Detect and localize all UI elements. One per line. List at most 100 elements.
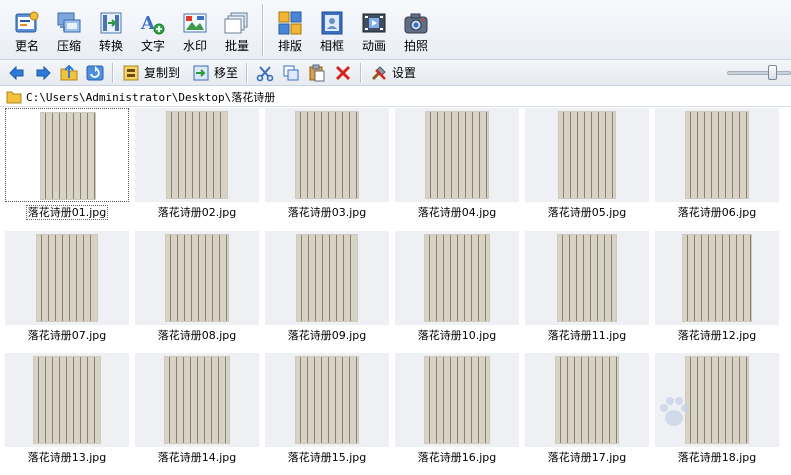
calligraphy-page-image [424, 356, 490, 444]
file-name-label: 落花诗册06.jpg [677, 206, 757, 219]
file-thumbnail[interactable]: 落花诗册16.jpg [395, 353, 525, 471]
watermark-label: 水印 [182, 39, 207, 53]
file-thumbnail[interactable]: 落花诗册08.jpg [135, 231, 265, 349]
copy-to-button[interactable]: 复制到 [122, 62, 180, 84]
current-path[interactable]: C:\Users\Administrator\Desktop\落花诗册 [26, 89, 275, 105]
toolbar-separator [112, 62, 114, 83]
photo-frame-label: 相框 [319, 39, 344, 53]
file-name-label: 落花诗册11.jpg [547, 329, 627, 342]
paste-button[interactable] [308, 62, 326, 84]
layout-button[interactable]: 排版 [274, 0, 306, 58]
settings-button[interactable]: 设置 [370, 62, 416, 84]
convert-button[interactable]: 转换 [95, 0, 127, 58]
thumbnail-frame [395, 231, 519, 325]
compress-button[interactable]: 压缩 [53, 0, 85, 58]
toolbar-separator [262, 4, 264, 56]
thumbnail-frame [135, 231, 259, 325]
main-toolbar: 更名 压缩 转换 A 文字 水印 批量 排版 相框 动画 拍照 [0, 0, 791, 60]
thumbnail-frame [525, 231, 649, 325]
file-name-label: 落花诗册15.jpg [287, 451, 367, 464]
calligraphy-page-image [166, 111, 228, 199]
file-name-label: 落花诗册13.jpg [27, 451, 107, 464]
camera-button[interactable]: 拍照 [400, 0, 432, 58]
text-label: 文字 [140, 39, 165, 53]
paste-icon [309, 64, 325, 81]
path-bar: C:\Users\Administrator\Desktop\落花诗册 [0, 87, 791, 107]
calligraphy-page-image [165, 234, 229, 322]
cut-button[interactable] [256, 62, 274, 84]
file-thumbnail[interactable]: 落花诗册03.jpg [265, 108, 395, 226]
thumbnail-frame [135, 108, 259, 202]
forward-button[interactable] [34, 62, 52, 84]
file-thumbnail[interactable]: 落花诗册05.jpg [525, 108, 655, 226]
file-name-label: 落花诗册01.jpg [25, 205, 109, 220]
thumbnail-frame [5, 231, 129, 325]
copy-icon [283, 65, 299, 80]
file-name-label: 落花诗册04.jpg [417, 206, 497, 219]
calligraphy-page-image [164, 356, 230, 444]
delete-button[interactable] [334, 62, 352, 84]
animation-button[interactable]: 动画 [358, 0, 390, 58]
file-thumbnail[interactable]: 落花诗册02.jpg [135, 108, 265, 226]
text-button[interactable]: A 文字 [137, 0, 169, 58]
thumbnail-frame [655, 353, 779, 447]
photo-frame-button[interactable]: 相框 [316, 0, 348, 58]
thumbnail-frame [265, 353, 389, 447]
file-thumbnail[interactable]: 落花诗册17.jpg [525, 353, 655, 471]
file-thumbnail[interactable]: 落花诗册11.jpg [525, 231, 655, 349]
rename-button[interactable]: 更名 [11, 0, 43, 58]
zoom-slider-thumb[interactable] [768, 65, 777, 80]
thumbnail-frame [395, 108, 519, 202]
zoom-slider[interactable] [727, 65, 791, 80]
thumbnail-frame [265, 231, 389, 325]
camera-label: 拍照 [403, 39, 428, 53]
convert-icon [100, 12, 122, 34]
folder-icon [6, 91, 22, 103]
rename-label: 更名 [14, 39, 39, 53]
file-thumbnail[interactable]: 落花诗册07.jpg [5, 231, 135, 349]
file-thumbnail[interactable]: 落花诗册06.jpg [655, 108, 785, 226]
batch-icon [224, 12, 248, 34]
file-name-label: 落花诗册16.jpg [417, 451, 497, 464]
move-to-button[interactable]: 移至 [192, 62, 238, 84]
up-folder-button[interactable] [60, 62, 78, 84]
file-thumbnail[interactable]: 落花诗册04.jpg [395, 108, 525, 226]
toolbar-separator [360, 62, 363, 83]
calligraphy-page-image [33, 356, 101, 444]
file-thumbnail[interactable]: 落花诗册01.jpg [5, 108, 135, 226]
move-to-icon [193, 65, 209, 80]
calligraphy-page-image [36, 234, 98, 322]
file-thumbnail[interactable]: 落花诗册10.jpg [395, 231, 525, 349]
photo-frame-icon [321, 11, 343, 35]
copy-button[interactable] [282, 62, 300, 84]
thumbnail-frame [5, 108, 129, 202]
file-thumbnail[interactable]: 落花诗册15.jpg [265, 353, 395, 471]
file-name-label: 落花诗册02.jpg [157, 206, 237, 219]
file-name-label: 落花诗册05.jpg [547, 206, 627, 219]
thumbnail-frame [525, 353, 649, 447]
camera-icon [404, 13, 428, 34]
settings-tools-icon [371, 65, 386, 80]
compress-label: 压缩 [56, 39, 81, 53]
delete-icon [335, 65, 351, 80]
scissors-icon [256, 65, 274, 81]
toolbar-separator [246, 62, 249, 83]
file-thumbnail[interactable]: 落花诗册13.jpg [5, 353, 135, 471]
file-name-label: 落花诗册08.jpg [157, 329, 237, 342]
watermark-button[interactable]: 水印 [179, 0, 211, 58]
file-name-label: 落花诗册12.jpg [677, 329, 757, 342]
file-thumbnail[interactable]: 落花诗册12.jpg [655, 231, 785, 349]
file-name-label: 落花诗册03.jpg [287, 206, 367, 219]
thumbnail-frame [135, 353, 259, 447]
thumbnail-frame [655, 108, 779, 202]
file-thumbnail[interactable]: 落花诗册18.jpg [655, 353, 785, 471]
file-thumbnail[interactable]: 落花诗册09.jpg [265, 231, 395, 349]
batch-button[interactable]: 批量 [221, 0, 253, 58]
calligraphy-page-image [295, 356, 359, 444]
thumbnail-frame [265, 108, 389, 202]
back-button[interactable] [8, 62, 26, 84]
convert-label: 转换 [98, 39, 123, 53]
file-thumbnail[interactable]: 落花诗册14.jpg [135, 353, 265, 471]
refresh-button[interactable] [86, 62, 104, 84]
calligraphy-page-image [558, 111, 616, 199]
